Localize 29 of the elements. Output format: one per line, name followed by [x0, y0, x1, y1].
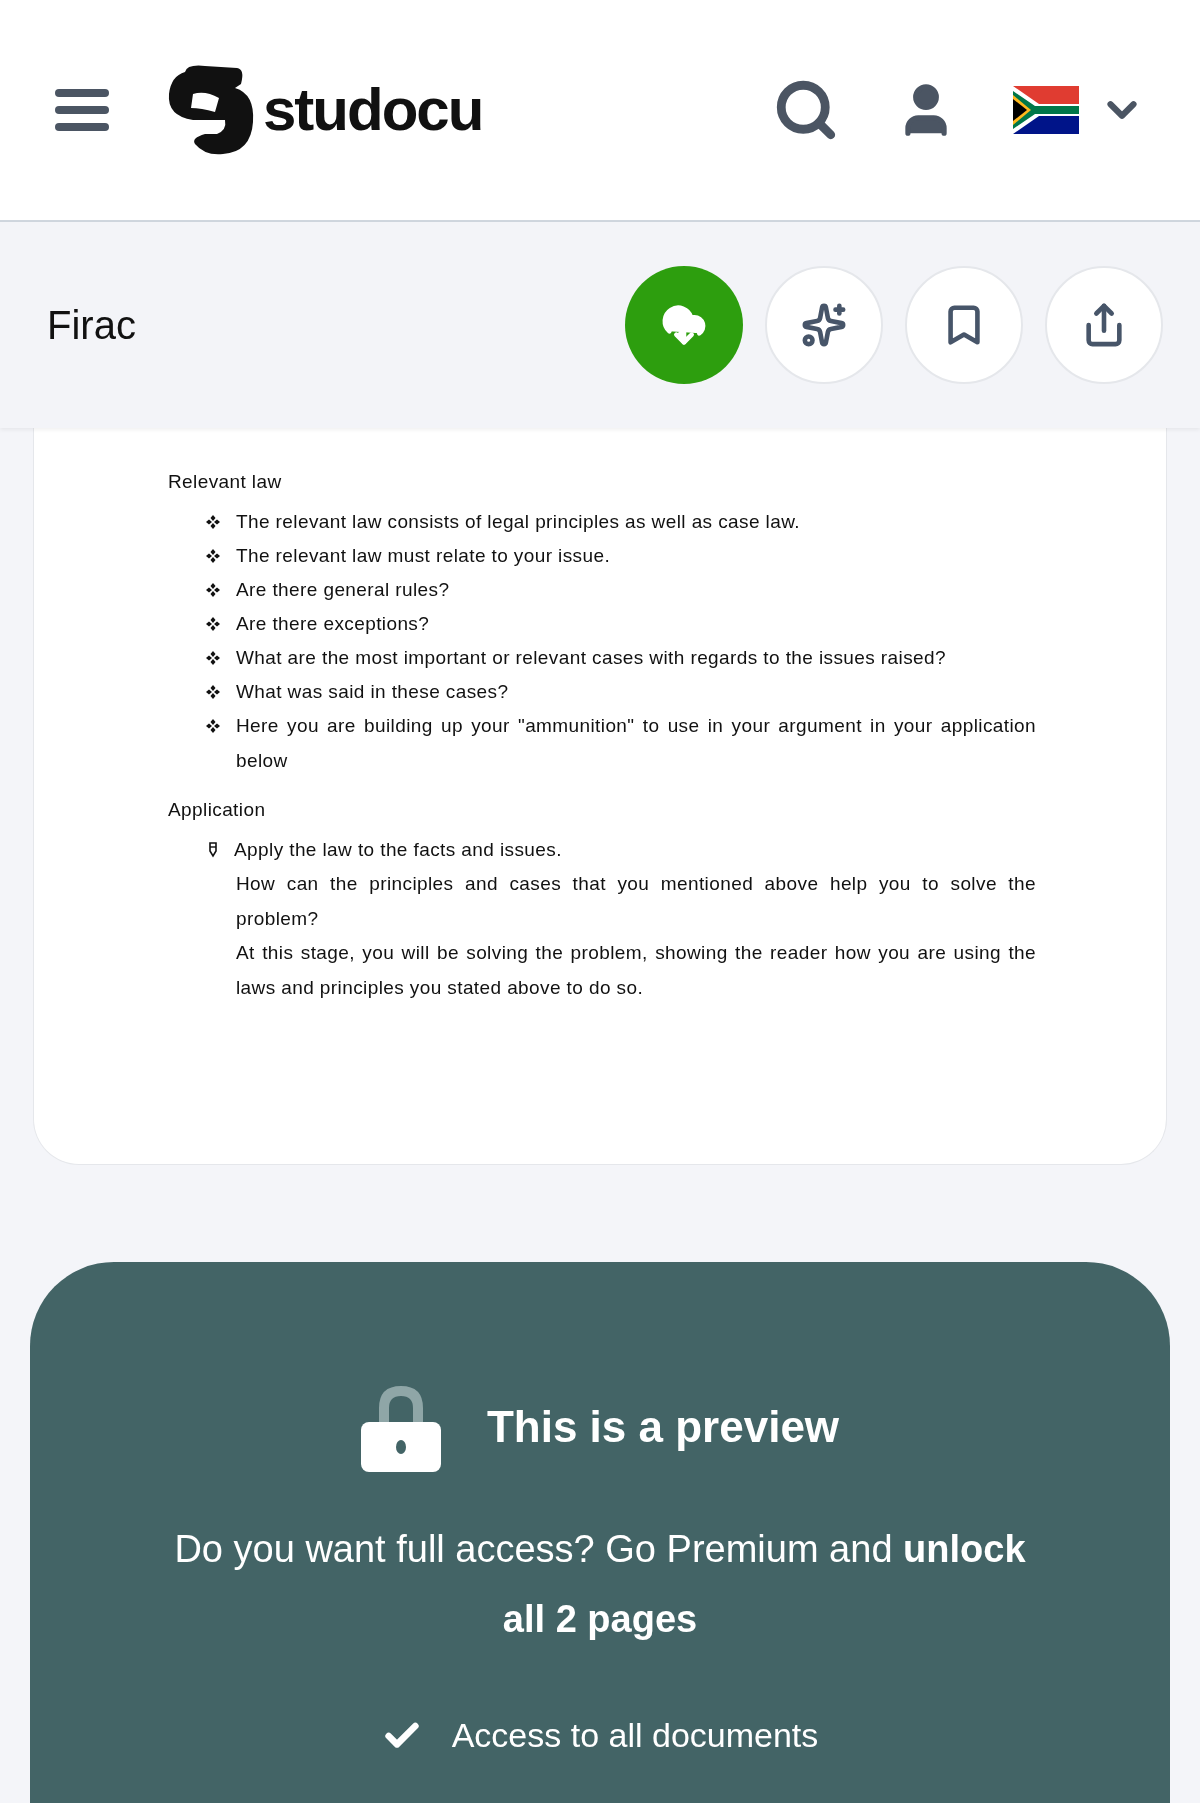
list-item-text: What was said in these cases? [236, 680, 509, 704]
diamond-bullet-icon [206, 719, 220, 733]
cloud-download-icon [661, 302, 707, 348]
list-item-text: How can the principles and cases that you mentioned above help you to solve the problem? [236, 872, 1036, 931]
diamond-bullet-icon [206, 685, 220, 699]
diamond-bullet-icon [206, 515, 220, 529]
diamond-bullet-icon [206, 651, 220, 665]
list-item-text: Apply the law to the facts and issues. [234, 838, 562, 862]
menu-icon[interactable] [55, 87, 109, 133]
list-item-text: What are the most important or relevant cases with regards to the issues raised? [236, 646, 946, 670]
sparkles-icon [801, 302, 847, 348]
list-item-text: At this stage, you will be solving the problem, showing the reader how you are using the laws and principles you stated above to do so. [236, 941, 1036, 1000]
section-heading: Relevant law [168, 470, 283, 494]
flag-icon[interactable] [1013, 86, 1079, 134]
pen-bullet-icon [208, 842, 218, 858]
logo-text: studocu [263, 80, 483, 140]
list-item-text: Are there exceptions? [236, 612, 430, 636]
section-heading: Application [168, 798, 267, 822]
feature-text: Access to all documents [451, 1715, 819, 1756]
list-item-text: Here you are building up your "ammunition" to use in your argument in your application below [236, 714, 1036, 773]
preview-message: Do you want full access? Go Premium and unlock all 2 pages [173, 1527, 1027, 1642]
diamond-bullet-icon [206, 549, 220, 563]
diamond-bullet-icon [206, 617, 220, 631]
list-item-text: The relevant law must relate to your issue. [236, 544, 611, 568]
document-title: Firac [47, 302, 136, 349]
diamond-bullet-icon [206, 583, 220, 597]
list-item-text: The relevant law consists of legal principles as well as case law. [236, 510, 800, 534]
list-item-text: Are there general rules? [236, 578, 450, 602]
preview-title: This is a preview [486, 1401, 840, 1453]
